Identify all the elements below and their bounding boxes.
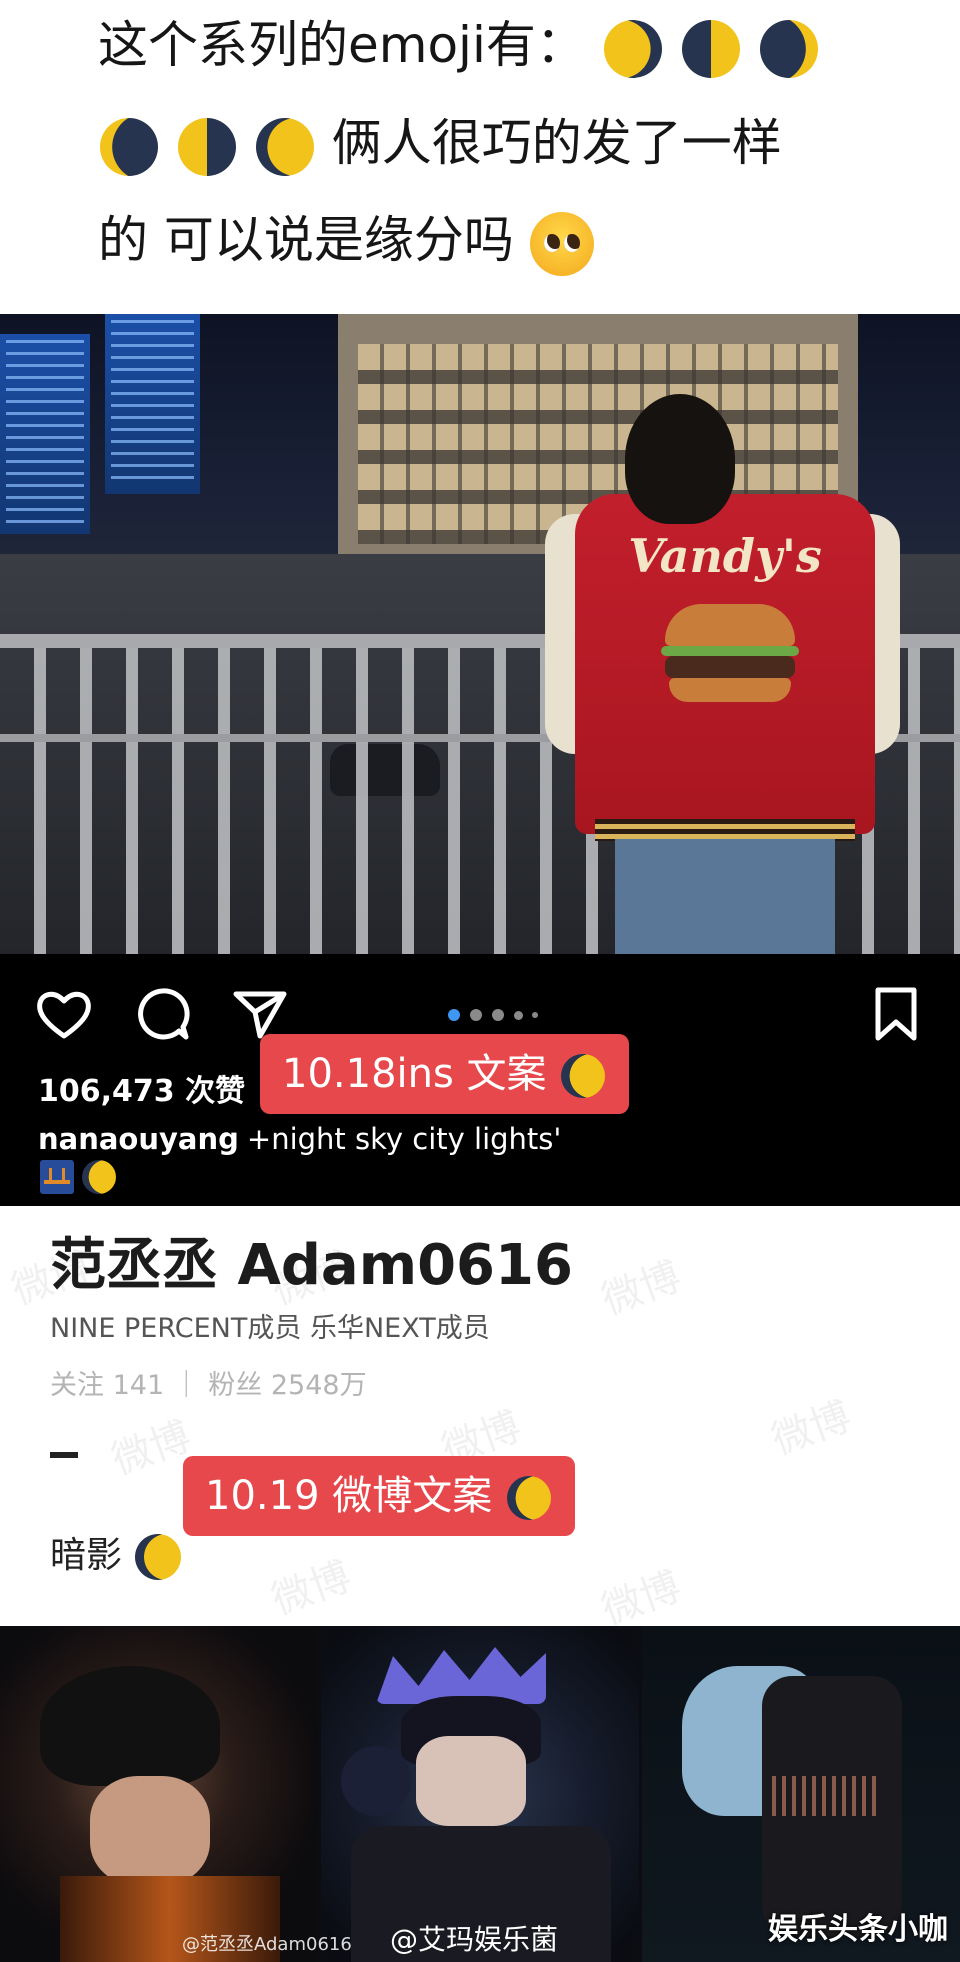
city-tower	[105, 314, 200, 494]
comment-icon[interactable]	[132, 984, 192, 1044]
ins-date-tag: 10.18ins 文案	[260, 1034, 630, 1114]
waning-gibbous-moon-icon	[135, 1534, 182, 1580]
waning-gibbous-moon-icon	[561, 1054, 606, 1098]
heart-icon[interactable]	[34, 984, 94, 1044]
username-link[interactable]: nanaouyang	[38, 1122, 239, 1156]
photo-gallery: @范丞丞Adam0616 @艾玛娱乐菌 娱乐头条小咖	[0, 1626, 960, 1962]
weibo-bio: NINE PERCENT成员 乐华NEXT成员	[50, 1313, 490, 1344]
likes-count[interactable]: 106,473 次赞	[38, 1066, 245, 1110]
header-line-2-text: 俩人很巧的发了一样	[331, 114, 782, 172]
first-quarter-moon-icon	[681, 19, 740, 78]
weibo-divider	[50, 1452, 78, 1458]
weibo-profile: 微博 微博 微博 微博 微博 微博 微博 微博 范丞丞 Adam0616 NIN…	[0, 1206, 960, 1626]
photo-credit-1: @范丞丞Adam0616	[182, 1934, 352, 1955]
post-caption: nanaouyang +night sky city lights'	[38, 1122, 561, 1156]
ins-date-tag-text: 10.18ins 文案	[282, 1051, 547, 1097]
gallery-photo-1[interactable]	[0, 1626, 318, 1962]
waning-gibbous-moon-icon	[255, 117, 314, 176]
gallery-photo-2[interactable]	[321, 1626, 639, 1962]
weibo-watermark: 微博	[595, 1253, 687, 1325]
pager-dot[interactable]	[514, 1011, 523, 1020]
caption-text: +night sky city lights'	[246, 1122, 562, 1156]
pager-dot[interactable]	[448, 1009, 460, 1021]
header-line-1-text: 这个系列的emoji有：	[98, 16, 586, 74]
weibo-watermark: 微博	[765, 1393, 857, 1465]
pager-dot[interactable]	[532, 1012, 538, 1018]
weibo-post-text: 暗影	[50, 1526, 183, 1580]
photo-credit-2: @艾玛娱乐菌	[390, 1923, 559, 1956]
weibo-date-tag-text: 10.19 微博文案	[205, 1473, 493, 1519]
waning-gibbous-moon-icon	[82, 1160, 116, 1194]
person-in-jacket: Vandy's	[545, 394, 915, 954]
waxing-crescent-moon-icon	[759, 19, 818, 78]
header-line-3-text: 的 可以说是缘分吗	[98, 211, 514, 269]
weibo-date-tag: 10.19 微博文案	[183, 1456, 575, 1536]
jacket-logo-text: Vandy's	[628, 529, 822, 583]
weibo-username[interactable]: 范丞丞 Adam0616	[50, 1220, 573, 1301]
weibo-watermark: 微博	[265, 1553, 357, 1625]
weibo-watermark: 微博	[595, 1563, 687, 1626]
weibo-follow-stats[interactable]: 关注 141 ｜ 粉丝 2548万	[50, 1363, 367, 1402]
bookmark-icon[interactable]	[866, 984, 926, 1044]
pleading-face-icon	[529, 211, 594, 276]
waning-gibbous-moon-icon	[506, 1476, 551, 1520]
instagram-post-bar: 106,473 次赞 10.18ins 文案 nanaouyang +night …	[0, 954, 960, 1206]
burger-graphic	[661, 604, 799, 704]
header-line-2: 俩人很巧的发了一样	[98, 113, 782, 176]
bridge-at-night-icon	[40, 1160, 74, 1194]
header-caption: 这个系列的emoji有： 俩人很巧的发了一样 的 可以说是缘分吗	[0, 0, 960, 314]
header-line-3: 的 可以说是缘分吗	[98, 210, 594, 276]
header-line-1: 这个系列的emoji有：	[98, 15, 820, 78]
last-quarter-moon-icon	[177, 117, 236, 176]
pager-dot[interactable]	[470, 1009, 482, 1021]
waxing-gibbous-moon-icon	[603, 19, 662, 78]
city-tower	[0, 334, 90, 534]
weibo-post-label: 暗影	[50, 1535, 123, 1576]
waning-crescent-moon-icon	[100, 117, 158, 176]
brand-watermark: 娱乐头条小咖	[768, 1912, 948, 1947]
instagram-photo[interactable]: Vandy's	[0, 314, 960, 954]
pager-dot[interactable]	[492, 1009, 504, 1021]
